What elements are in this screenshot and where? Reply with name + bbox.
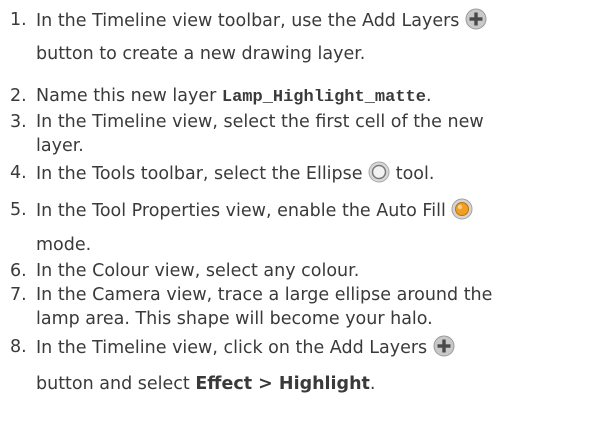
step-line: layer. bbox=[36, 136, 84, 156]
step-text: button to create a new drawing layer. bbox=[36, 44, 366, 64]
step-text: lamp area. This shape will become your h… bbox=[36, 309, 433, 329]
add-layers-icon bbox=[433, 335, 455, 357]
step-number: 7. bbox=[10, 285, 27, 305]
menu-path: Effect > Highlight bbox=[195, 374, 370, 394]
step-line: mode. bbox=[36, 235, 91, 255]
step-line: In the Camera view, trace a large ellips… bbox=[36, 285, 492, 305]
ellipse-tool-icon bbox=[368, 161, 390, 183]
step-number: 6. bbox=[10, 261, 27, 281]
step-line: In the Timeline view, click on the Add L… bbox=[36, 335, 455, 359]
step-line: In the Timeline view toolbar, use the Ad… bbox=[36, 8, 487, 32]
step-text: In the Timeline view, click on the Add L… bbox=[36, 338, 428, 358]
step-number: 1. bbox=[10, 10, 27, 30]
step-text: . bbox=[369, 374, 376, 394]
step-line: In the Colour view, select any colour. bbox=[36, 261, 359, 281]
step-text: In the Camera view, trace a large ellips… bbox=[36, 285, 493, 305]
step-text: layer. bbox=[36, 136, 84, 156]
step-number: 2. bbox=[10, 86, 27, 106]
step-line: In the Tool Properties view, enable the … bbox=[36, 198, 473, 222]
step-text: button and select bbox=[36, 374, 196, 394]
add-layers-icon bbox=[465, 8, 487, 30]
step-number: 4. bbox=[10, 163, 27, 183]
step-text: In the Tools toolbar, select the Ellipse bbox=[36, 164, 363, 184]
step-text: In the Timeline view toolbar, use the Ad… bbox=[36, 11, 460, 31]
step-text: In the Timeline view, select the first c… bbox=[36, 112, 484, 132]
step-number: 5. bbox=[10, 200, 27, 220]
step-line: In the Tools toolbar, select the Ellipse… bbox=[36, 161, 435, 185]
step-line: lamp area. This shape will become your h… bbox=[36, 309, 433, 329]
step-number: 8. bbox=[10, 337, 27, 357]
step-line: button to create a new drawing layer. bbox=[36, 44, 365, 64]
step-text: Name this new layer bbox=[36, 86, 222, 106]
step-text: In the Colour view, select any colour. bbox=[36, 261, 360, 281]
step-text: tool. bbox=[395, 164, 435, 184]
step-text: mode. bbox=[36, 235, 92, 255]
step-line: button and select Effect > Highlight. bbox=[36, 374, 376, 394]
step-line: Name this new layer Lamp_Highlight_matte… bbox=[36, 86, 432, 107]
step-line: In the Timeline view, select the first c… bbox=[36, 112, 484, 132]
step-number: 3. bbox=[10, 112, 27, 132]
layer-name-code: Lamp_Highlight_matte bbox=[221, 88, 426, 107]
step-text: In the Tool Properties view, enable the … bbox=[36, 201, 446, 221]
auto-fill-icon bbox=[451, 198, 473, 220]
step-text: . bbox=[425, 86, 432, 106]
